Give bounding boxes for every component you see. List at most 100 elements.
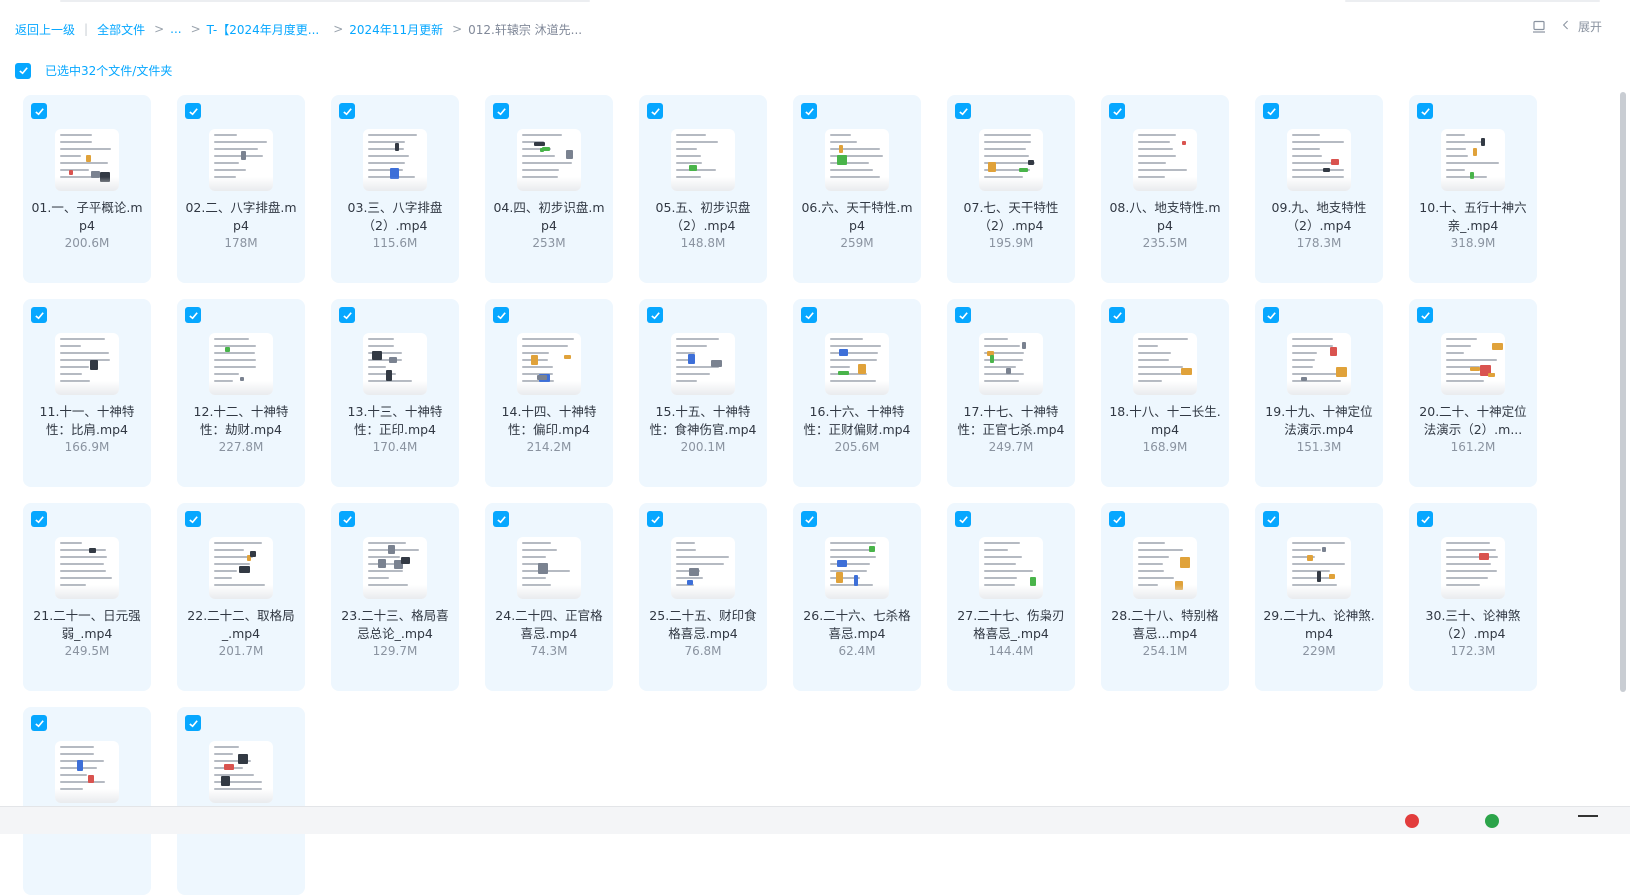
file-checkbox[interactable] xyxy=(31,103,47,119)
file-checkbox[interactable] xyxy=(339,103,355,119)
file-card[interactable]: 24.二十四、正官格喜忌.mp474.3M xyxy=(485,503,613,691)
file-card[interactable] xyxy=(23,707,151,895)
video-thumbnail[interactable] xyxy=(671,537,735,599)
file-name[interactable]: 15.十五、十神特性：食神伤官.mp4 xyxy=(645,403,761,439)
video-thumbnail[interactable] xyxy=(1441,333,1505,395)
video-thumbnail[interactable] xyxy=(1133,537,1197,599)
file-name[interactable]: 11.十一、十神特性：比肩.mp4 xyxy=(29,403,145,439)
file-name[interactable]: 09.九、地支特性（2）.mp4 xyxy=(1261,199,1377,235)
file-name[interactable]: 25.二十五、财印食格喜忌.mp4 xyxy=(645,607,761,643)
file-card[interactable]: 03.三、八字排盘（2）.mp4115.6M xyxy=(331,95,459,283)
file-card[interactable]: 16.十六、十神特性：正财偏财.mp4205.6M xyxy=(793,299,921,487)
file-checkbox[interactable] xyxy=(493,307,509,323)
file-name[interactable]: 18.十八、十二长生.mp4 xyxy=(1107,403,1223,439)
video-thumbnail[interactable] xyxy=(517,129,581,191)
video-thumbnail[interactable] xyxy=(517,537,581,599)
back-link[interactable]: 返回上一级 xyxy=(15,21,75,38)
file-card[interactable]: 12.十二、十神特性：劫财.mp4227.8M xyxy=(177,299,305,487)
file-checkbox[interactable] xyxy=(647,307,663,323)
file-card[interactable]: 08.八、地支特性.mp4235.5M xyxy=(1101,95,1229,283)
file-checkbox[interactable] xyxy=(955,103,971,119)
file-name[interactable]: 05.五、初步识盘（2）.mp4 xyxy=(645,199,761,235)
file-checkbox[interactable] xyxy=(339,307,355,323)
file-checkbox[interactable] xyxy=(1263,103,1279,119)
file-name[interactable]: 29.二十九、论神煞.mp4 xyxy=(1261,607,1377,643)
video-thumbnail[interactable] xyxy=(1133,129,1197,191)
file-checkbox[interactable] xyxy=(801,103,817,119)
file-checkbox[interactable] xyxy=(1263,307,1279,323)
tray-icon-red[interactable] xyxy=(1405,814,1419,828)
video-thumbnail[interactable] xyxy=(671,333,735,395)
file-checkbox[interactable] xyxy=(955,511,971,527)
file-card[interactable]: 18.十八、十二长生.mp4168.9M xyxy=(1101,299,1229,487)
scrollbar[interactable] xyxy=(1620,92,1626,692)
file-checkbox[interactable] xyxy=(31,511,47,527)
file-name[interactable]: 24.二十四、正官格喜忌.mp4 xyxy=(491,607,607,643)
expand-button[interactable]: 展开 xyxy=(1562,18,1602,35)
file-card[interactable]: 11.十一、十神特性：比肩.mp4166.9M xyxy=(23,299,151,487)
file-name[interactable]: 08.八、地支特性.mp4 xyxy=(1107,199,1223,235)
file-checkbox[interactable] xyxy=(955,307,971,323)
file-card[interactable]: 17.十七、十神特性：正官七杀.mp4249.7M xyxy=(947,299,1075,487)
file-checkbox[interactable] xyxy=(185,307,201,323)
file-name[interactable]: 16.十六、十神特性：正财偏财.mp4 xyxy=(799,403,915,439)
file-card[interactable]: 19.十九、十神定位法演示.mp4151.3M xyxy=(1255,299,1383,487)
all-files-link[interactable]: 全部文件 xyxy=(97,21,145,38)
video-thumbnail[interactable] xyxy=(1287,333,1351,395)
file-name[interactable]: 12.十二、十神特性：劫财.mp4 xyxy=(183,403,299,439)
video-thumbnail[interactable] xyxy=(363,129,427,191)
file-card[interactable]: 06.六、天干特性.mp4259M xyxy=(793,95,921,283)
video-thumbnail[interactable] xyxy=(1287,537,1351,599)
file-checkbox[interactable] xyxy=(801,511,817,527)
file-checkbox[interactable] xyxy=(1417,103,1433,119)
tray-icon-green[interactable] xyxy=(1485,814,1499,828)
file-card[interactable]: 28.二十八、特别格喜忌...mp4254.1M xyxy=(1101,503,1229,691)
video-thumbnail[interactable] xyxy=(363,333,427,395)
file-name[interactable]: 21.二十一、日元强弱_.mp4 xyxy=(29,607,145,643)
video-thumbnail[interactable] xyxy=(209,537,273,599)
file-checkbox[interactable] xyxy=(801,307,817,323)
video-thumbnail[interactable] xyxy=(979,537,1043,599)
video-thumbnail[interactable] xyxy=(1133,333,1197,395)
file-name[interactable]: 17.十七、十神特性：正官七杀.mp4 xyxy=(953,403,1069,439)
file-card[interactable] xyxy=(177,707,305,895)
file-name[interactable]: 01.一、子平概论.mp4 xyxy=(29,199,145,235)
video-thumbnail[interactable] xyxy=(825,129,889,191)
file-checkbox[interactable] xyxy=(185,511,201,527)
file-name[interactable]: 26.二十六、七杀格喜忌.mp4 xyxy=(799,607,915,643)
file-name[interactable]: 22.二十二、取格局_.mp4 xyxy=(183,607,299,643)
file-card[interactable]: 01.一、子平概论.mp4200.6M xyxy=(23,95,151,283)
file-card[interactable]: 02.二、八字排盘.mp4178M xyxy=(177,95,305,283)
video-thumbnail[interactable] xyxy=(55,333,119,395)
file-name[interactable]: 20.二十、十神定位法演示（2）.m... xyxy=(1415,403,1531,439)
file-card[interactable]: 23.二十三、格局喜忌总论_.mp4129.7M xyxy=(331,503,459,691)
video-thumbnail[interactable] xyxy=(363,537,427,599)
video-thumbnail[interactable] xyxy=(1287,129,1351,191)
file-name[interactable]: 13.十三、十神特性：正印.mp4 xyxy=(337,403,453,439)
file-name[interactable]: 06.六、天干特性.mp4 xyxy=(799,199,915,235)
file-card[interactable]: 20.二十、十神定位法演示（2）.m...161.2M xyxy=(1409,299,1537,487)
file-checkbox[interactable] xyxy=(31,307,47,323)
file-checkbox[interactable] xyxy=(185,103,201,119)
file-checkbox[interactable] xyxy=(31,715,47,731)
file-checkbox[interactable] xyxy=(1417,511,1433,527)
file-card[interactable]: 07.七、天干特性（2）.mp4195.9M xyxy=(947,95,1075,283)
file-checkbox[interactable] xyxy=(493,511,509,527)
breadcrumb-folder-nov[interactable]: 2024年11月更新 xyxy=(349,21,443,38)
video-thumbnail[interactable] xyxy=(825,537,889,599)
file-card[interactable]: 10.十、五行十神六亲_.mp4318.9M xyxy=(1409,95,1537,283)
video-thumbnail[interactable] xyxy=(209,333,273,395)
file-checkbox[interactable] xyxy=(647,511,663,527)
video-thumbnail[interactable] xyxy=(55,537,119,599)
video-thumbnail[interactable] xyxy=(979,129,1043,191)
video-thumbnail[interactable] xyxy=(209,741,273,803)
tray-icon[interactable] xyxy=(1578,815,1598,827)
file-card[interactable]: 21.二十一、日元强弱_.mp4249.5M xyxy=(23,503,151,691)
video-thumbnail[interactable] xyxy=(517,333,581,395)
breadcrumb-folder-monthly[interactable]: T-【2024年月度更... xyxy=(207,21,320,38)
video-thumbnail[interactable] xyxy=(55,129,119,191)
file-name[interactable]: 07.七、天干特性（2）.mp4 xyxy=(953,199,1069,235)
file-checkbox[interactable] xyxy=(493,103,509,119)
video-thumbnail[interactable] xyxy=(825,333,889,395)
file-card[interactable]: 27.二十七、伤枭刃格喜忌_.mp4144.4M xyxy=(947,503,1075,691)
